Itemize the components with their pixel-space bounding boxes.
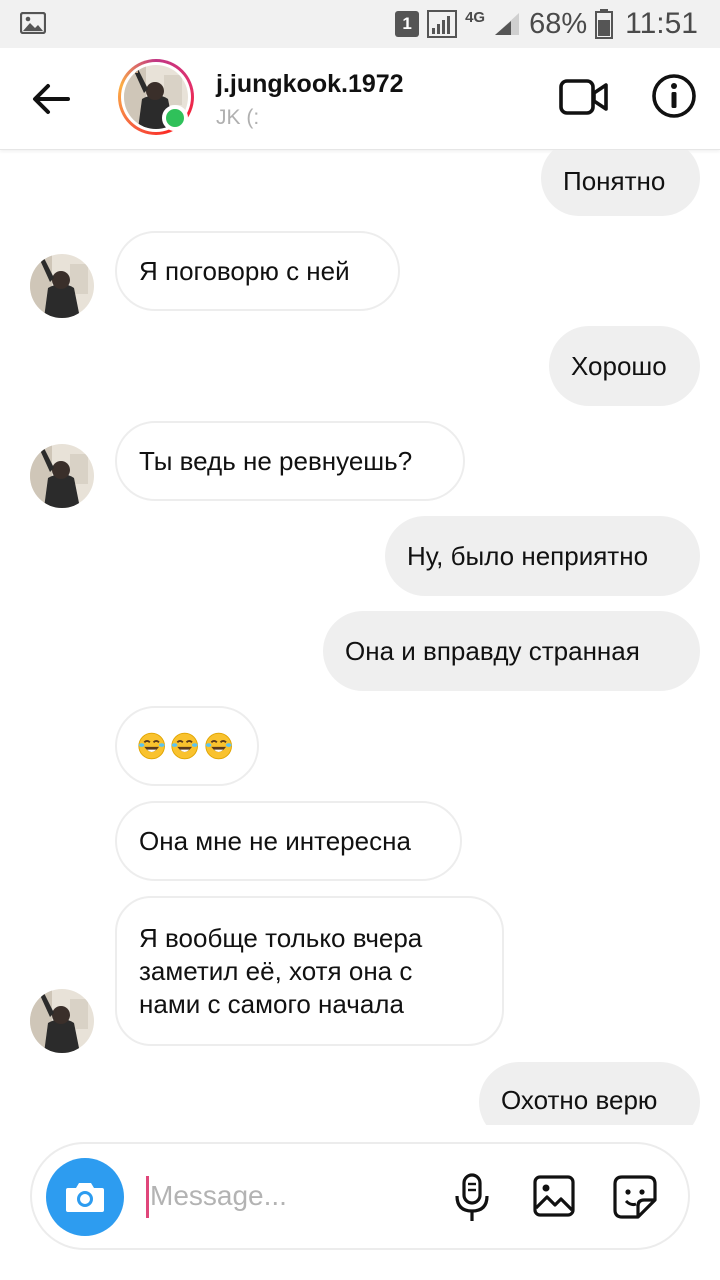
- dm-thread-screen: 1 4G 68% 11:51 j.jungkook.1972 JK (: Пон…: [0, 0, 720, 1280]
- message-bubble-received[interactable]: Я вообще только вчера заметил её, хотя о…: [115, 896, 504, 1046]
- video-call-icon[interactable]: [558, 76, 610, 118]
- status-bar: 1 4G 68% 11:51: [0, 0, 720, 48]
- message-bubble-sent[interactable]: Понятно: [541, 150, 700, 216]
- camera-button[interactable]: [46, 1158, 124, 1236]
- message-text: Охотно верю: [501, 1084, 658, 1115]
- camera-icon: [66, 1183, 104, 1212]
- network-type-label: 4G: [465, 9, 486, 26]
- message-bubble-sent[interactable]: Она и вправду странная: [323, 611, 700, 691]
- message-text: Она и вправду странная: [345, 635, 640, 666]
- message-text: Понятно: [563, 165, 666, 196]
- info-icon[interactable]: [650, 72, 698, 120]
- status-icons: 1 4G 68% 11:51: [395, 6, 698, 42]
- message-list[interactable]: Понятно Я поговорю с ней Хорошо Ты ведь …: [0, 150, 720, 1125]
- rofl-emoji: [138, 732, 165, 760]
- sender-avatar[interactable]: [30, 989, 94, 1053]
- message-bubble-received[interactable]: Она мне не интересна: [115, 801, 462, 881]
- conversation-header: j.jungkook.1972 JK (:: [0, 48, 720, 150]
- text-cursor: [146, 1176, 149, 1218]
- rofl-emoji: [205, 732, 232, 760]
- message-bubble-sent[interactable]: Охотно верю: [479, 1062, 700, 1125]
- sticker-icon[interactable]: [612, 1174, 658, 1220]
- sender-avatar[interactable]: [30, 444, 94, 508]
- microphone-icon[interactable]: [452, 1172, 492, 1224]
- message-bubble-sent[interactable]: Ну, было неприятно: [385, 516, 700, 596]
- gallery-icon[interactable]: [532, 1174, 576, 1218]
- sim-slot-badge: 1: [395, 11, 420, 37]
- cell-signal-icon: [495, 13, 520, 35]
- message-text: Ты ведь не ревнуешь?: [139, 445, 413, 476]
- message-text: Я вообще только вчера заметил её, хотя о…: [139, 922, 423, 1019]
- message-bubble-received[interactable]: [115, 706, 259, 786]
- message-input[interactable]: [150, 1170, 430, 1222]
- message-text: Она мне не интересна: [139, 825, 411, 856]
- status-clock: 11:51: [625, 7, 698, 40]
- gallery-notification-icon: [20, 12, 46, 34]
- message-text: Хорошо: [571, 350, 667, 381]
- message-bubble-received[interactable]: Я поговорю с ней: [115, 231, 400, 311]
- message-bubble-sent[interactable]: Хорошо: [549, 326, 700, 406]
- online-status-indicator: [162, 105, 188, 131]
- battery-percentage: 68%: [529, 7, 588, 40]
- message-bubble-received[interactable]: Ты ведь не ревнуешь?: [115, 421, 465, 501]
- message-text: Я поговорю с ней: [139, 255, 350, 286]
- message-text: Ну, было неприятно: [407, 540, 649, 571]
- battery-icon: [595, 9, 614, 39]
- sender-avatar[interactable]: [30, 254, 94, 318]
- signal-strength-icon: [427, 10, 458, 38]
- message-composer: [30, 1142, 690, 1250]
- rofl-emoji: [171, 732, 199, 760]
- chat-username[interactable]: j.jungkook.1972: [216, 70, 404, 99]
- chat-subtitle: JK (:: [216, 106, 260, 129]
- back-arrow-icon[interactable]: [28, 76, 74, 122]
